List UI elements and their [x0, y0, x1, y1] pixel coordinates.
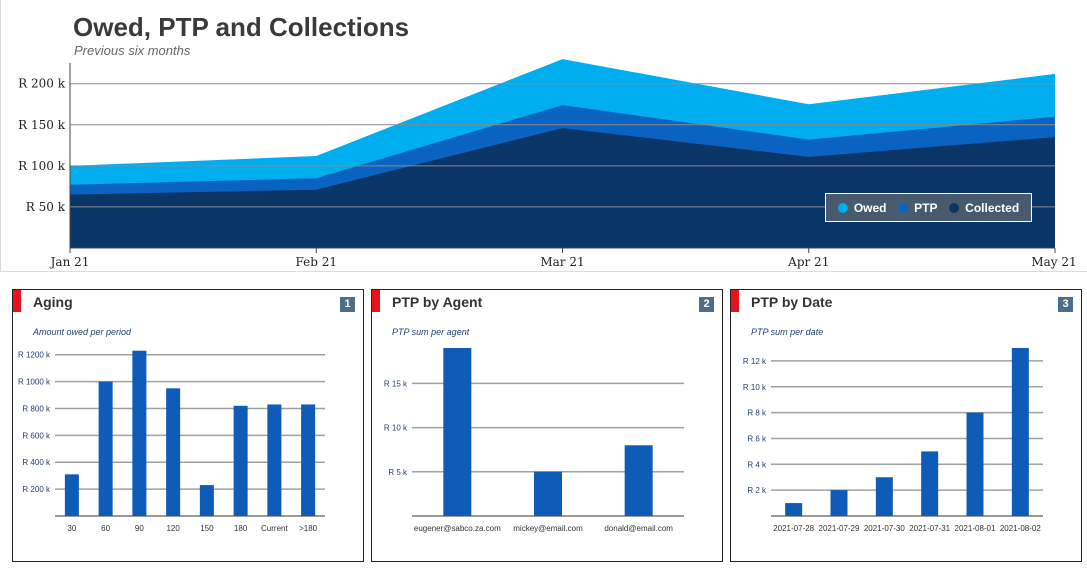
- ptp-by-date-bar-chart: R 2 k R 4 k R 6 k R 8 k R 10 k R 12 k 2021-07-…: [743, 348, 1043, 533]
- legend-dot-owed: [837, 202, 848, 213]
- legend-dot-collected: [949, 202, 960, 213]
- bar-120: [166, 388, 181, 516]
- y-tick-label: R 6 k: [747, 434, 767, 443]
- y-tick-label: R 400 k: [22, 458, 51, 467]
- x-tick-label: eugener@sabco.za.com: [414, 524, 501, 533]
- chart-title: Owed, PTP and Collections: [73, 12, 410, 42]
- legend-item-owed[interactable]: Owed: [837, 200, 887, 215]
- x-tick-label: 150: [200, 524, 214, 533]
- x-tick-label: 2021-08-02: [1000, 524, 1041, 533]
- x-tick-label: 120: [166, 524, 180, 533]
- y-tick-label: R 10 k: [743, 383, 767, 392]
- x-tick-label: >180: [299, 524, 318, 533]
- bar-180: [233, 405, 248, 516]
- y-tick-label: R 200 k: [18, 77, 66, 91]
- x-tick-label: Apr 21: [787, 255, 829, 269]
- bar-2021-07-28: [785, 503, 803, 516]
- x-tick-label: donald@email.com: [604, 524, 673, 533]
- x-tick-label: 2021-08-01: [955, 524, 996, 533]
- legend-label-owed: Owed: [853, 200, 887, 215]
- bar-30: [64, 474, 79, 516]
- x-tick-label: 2021-07-31: [909, 524, 950, 533]
- legend-item-ptp[interactable]: PTP: [898, 200, 938, 215]
- y-tick-label: R 1000 k: [18, 378, 51, 387]
- x-tick-label: May 21: [1031, 255, 1076, 269]
- ptp-by-date-panel: PTP by Date 3 PTP sum per date R 2 kR 4 …: [730, 289, 1082, 562]
- y-tick-label: R 5 k: [388, 468, 408, 477]
- x-tick-label: Jan 21: [49, 255, 90, 269]
- x-tick-label: Feb 21: [295, 255, 337, 269]
- legend-item-collected[interactable]: Collected: [949, 201, 1019, 215]
- aging-panel: Aging 1 Amount owed per period R 200 kR …: [12, 289, 364, 562]
- y-tick-label: R 8 k: [747, 409, 767, 418]
- ptp-by-agent-panel: PTP by Agent 2 PTP sum per agent R 5 kR …: [371, 289, 723, 562]
- bar-donald@email.com: [624, 445, 653, 516]
- x-tick-label: 30: [67, 524, 76, 533]
- bar-eugener@sabco.za.com: [443, 348, 472, 516]
- y-tick-label: R 2 k: [747, 486, 767, 495]
- legend-label-collected: Collected: [965, 200, 1020, 215]
- y-tick-label: R 200 k: [22, 485, 51, 494]
- bar-2021-08-02: [1011, 348, 1029, 516]
- y-tick-label: R 50 k: [26, 200, 66, 214]
- x-tick-label: 2021-07-30: [864, 524, 905, 533]
- x-tick-label: 60: [101, 524, 110, 533]
- chart-legend: Owed PTP Collected: [825, 193, 1032, 222]
- y-tick-label: R 15 k: [384, 379, 408, 388]
- y-tick-label: R 150 k: [18, 118, 66, 132]
- bar-Current: [267, 404, 282, 516]
- bar-150: [199, 485, 214, 516]
- bar->180: [301, 404, 316, 516]
- aging-bar-chart: R 200 k R 400 k R 600 k R 800 k R 1000 k R 12…: [18, 350, 325, 533]
- y-tick-label: R 10 k: [384, 424, 408, 433]
- bar-90: [132, 350, 147, 516]
- bar-2021-07-30: [875, 477, 893, 516]
- bar-2021-07-29: [830, 490, 848, 516]
- x-tick-label: mickey@email.com: [513, 524, 583, 533]
- bar-60: [98, 381, 113, 516]
- main-area-chart: R 50 k R 100 k R 150 k R 200 k Jan 21 Feb 21 M…: [18, 59, 1077, 269]
- y-tick-label: R 4 k: [747, 460, 767, 469]
- y-tick-label: R 600 k: [22, 431, 51, 440]
- x-tick-label: 180: [234, 524, 248, 533]
- x-tick-label: 90: [135, 524, 144, 533]
- bar-mickey@email.com: [534, 471, 562, 516]
- legend-dot-ptp: [898, 202, 909, 213]
- legend-label-ptp: PTP: [914, 200, 938, 215]
- bar-2021-07-31: [921, 451, 939, 516]
- y-tick-label: R 100 k: [18, 159, 66, 173]
- x-tick-label: Current: [261, 524, 288, 533]
- x-tick-label: 2021-07-28: [773, 524, 814, 533]
- ptp-by-agent-bar-chart: R 5 k R 10 k R 15 k eugener@sabco.za.com mic…: [384, 348, 684, 533]
- y-tick-label: R 800 k: [22, 404, 51, 413]
- bar-2021-08-01: [966, 412, 984, 516]
- y-tick-label: R 12 k: [743, 357, 767, 366]
- y-tick-label: R 1200 k: [18, 351, 51, 360]
- x-tick-label: Mar 21: [540, 255, 584, 269]
- x-tick-label: 2021-07-29: [819, 524, 860, 533]
